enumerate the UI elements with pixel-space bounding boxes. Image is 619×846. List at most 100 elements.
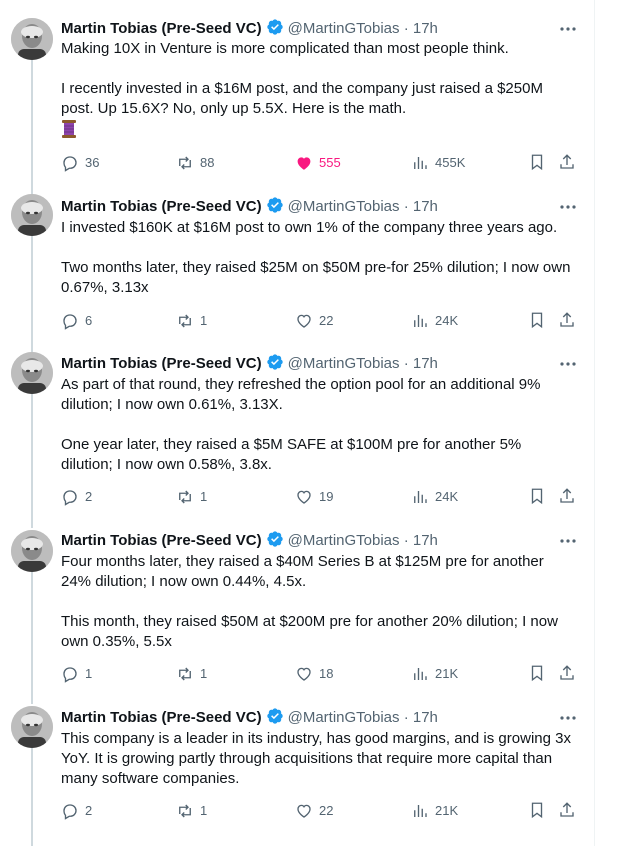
tweet-actions: 2 1 22 21K xyxy=(61,801,581,821)
author-handle[interactable]: @MartinGTobias xyxy=(288,355,400,372)
avatar[interactable] xyxy=(11,530,53,572)
verified-badge-icon xyxy=(266,354,283,370)
like-button[interactable]: 22 xyxy=(295,801,333,821)
tweet-paragraph: One year later, they raised a $5M SAFE a… xyxy=(61,436,522,473)
author-handle[interactable]: @MartinGTobias xyxy=(288,709,400,726)
avatar[interactable] xyxy=(11,194,53,236)
views-button[interactable]: 455K xyxy=(411,153,465,173)
bar-chart-icon xyxy=(414,315,427,327)
author-name[interactable]: Martin Tobias (Pre-Seed VC) xyxy=(61,198,262,215)
separator: · xyxy=(403,198,409,215)
share-upload-icon[interactable] xyxy=(558,487,576,505)
tweet-actions: 1 1 18 21K xyxy=(61,664,581,684)
tweet-paragraph: This month, they raised $50M at $200M pr… xyxy=(61,613,558,650)
more-dots-icon[interactable] xyxy=(559,534,577,548)
bar-chart-icon xyxy=(414,157,427,169)
tweet-paragraph: Making 10X in Venture is more complicate… xyxy=(61,40,509,57)
reply-count: 1 xyxy=(85,666,93,681)
more-dots-icon[interactable] xyxy=(559,22,577,36)
timestamp[interactable]: 17h xyxy=(413,709,438,726)
tweet[interactable]: Martin Tobias (Pre-Seed VC) @MartinGTobia… xyxy=(0,334,594,520)
reply-count: 2 xyxy=(85,489,93,504)
retweet-arrows-icon xyxy=(179,156,191,170)
like-button[interactable]: 22 xyxy=(295,311,333,331)
retweet-button[interactable]: 1 xyxy=(176,487,207,507)
retweet-button[interactable]: 1 xyxy=(176,801,207,821)
tweet-header: Martin Tobias (Pre-Seed VC) @MartinGTobia… xyxy=(61,196,438,216)
retweet-button[interactable]: 1 xyxy=(176,311,207,331)
tweet[interactable]: Martin Tobias (Pre-Seed VC) @MartinGTobia… xyxy=(0,0,594,186)
tweet-actions: 36 88 555 455K xyxy=(61,153,581,173)
views-button[interactable]: 21K xyxy=(411,801,458,821)
bookmark-icon[interactable] xyxy=(528,311,546,329)
verified-badge-icon xyxy=(266,197,283,213)
more-dots-icon[interactable] xyxy=(559,200,577,214)
retweet-button[interactable]: 88 xyxy=(176,153,214,173)
tweet[interactable]: Martin Tobias (Pre-Seed VC) @MartinGTobia… xyxy=(0,512,594,696)
tweet-actions: 6 1 22 24K xyxy=(61,311,581,331)
tweet-actions: 2 1 19 24K xyxy=(61,487,581,507)
speech-bubble-icon xyxy=(63,314,77,330)
spool-of-thread-emoji xyxy=(62,120,76,138)
avatar[interactable] xyxy=(11,352,53,394)
tweet-text: This company is a leader in its industry… xyxy=(61,729,577,789)
author-name[interactable]: Martin Tobias (Pre-Seed VC) xyxy=(61,532,262,549)
share-upload-icon[interactable] xyxy=(558,153,576,171)
more-dots-icon[interactable] xyxy=(559,711,577,725)
author-name[interactable]: Martin Tobias (Pre-Seed VC) xyxy=(61,709,262,726)
more-dots-icon[interactable] xyxy=(559,357,577,371)
reply-button[interactable]: 2 xyxy=(61,487,92,507)
author-handle[interactable]: @MartinGTobias xyxy=(288,532,400,549)
views-count: 24K xyxy=(435,313,459,328)
thread-timeline: Martin Tobias (Pre-Seed VC) @MartinGTobia… xyxy=(0,0,619,846)
timestamp[interactable]: 17h xyxy=(413,198,438,215)
reply-count: 36 xyxy=(85,155,100,170)
tweet-text: Four months later, they raised a $40M Se… xyxy=(61,552,577,652)
heart-icon xyxy=(297,157,311,170)
share-upload-icon[interactable] xyxy=(558,664,576,682)
reply-button[interactable]: 36 xyxy=(61,153,99,173)
bookmark-icon[interactable] xyxy=(528,801,546,819)
author-handle[interactable]: @MartinGTobias xyxy=(288,20,400,37)
retweet-count: 1 xyxy=(200,803,208,818)
tweet[interactable]: Martin Tobias (Pre-Seed VC) @MartinGTobia… xyxy=(0,688,594,846)
like-count: 22 xyxy=(319,803,334,818)
reply-button[interactable]: 1 xyxy=(61,664,92,684)
timestamp[interactable]: 17h xyxy=(413,532,438,549)
views-button[interactable]: 24K xyxy=(411,487,458,507)
views-count: 455K xyxy=(435,155,466,170)
bookmark-icon[interactable] xyxy=(528,153,546,171)
retweet-arrows-icon xyxy=(179,667,191,681)
bookmark-icon[interactable] xyxy=(528,664,546,682)
views-button[interactable]: 24K xyxy=(411,311,458,331)
share-upload-icon[interactable] xyxy=(558,801,576,819)
like-button[interactable]: 18 xyxy=(295,664,333,684)
timestamp[interactable]: 17h xyxy=(413,20,438,37)
like-button[interactable]: 19 xyxy=(295,487,333,507)
share-upload-icon[interactable] xyxy=(558,311,576,329)
heart-icon xyxy=(297,490,311,504)
views-button[interactable]: 21K xyxy=(411,664,458,684)
column-divider xyxy=(594,0,595,846)
author-name[interactable]: Martin Tobias (Pre-Seed VC) xyxy=(61,20,262,37)
avatar[interactable] xyxy=(11,18,53,60)
timestamp[interactable]: 17h xyxy=(413,355,438,372)
tweet-header: Martin Tobias (Pre-Seed VC) @MartinGTobia… xyxy=(61,353,438,373)
retweet-arrows-icon xyxy=(179,490,191,504)
reply-button[interactable]: 6 xyxy=(61,311,92,331)
avatar[interactable] xyxy=(11,706,53,748)
speech-bubble-icon xyxy=(63,804,77,820)
author-handle[interactable]: @MartinGTobias xyxy=(288,198,400,215)
bookmark-icon[interactable] xyxy=(528,487,546,505)
views-count: 24K xyxy=(435,489,459,504)
retweet-count: 1 xyxy=(200,489,208,504)
reply-button[interactable]: 2 xyxy=(61,801,92,821)
like-button[interactable]: 555 xyxy=(295,153,341,173)
heart-icon xyxy=(297,804,311,818)
author-name[interactable]: Martin Tobias (Pre-Seed VC) xyxy=(61,355,262,372)
heart-icon xyxy=(297,314,311,328)
speech-bubble-icon xyxy=(63,667,77,683)
tweet[interactable]: Martin Tobias (Pre-Seed VC) @MartinGTobia… xyxy=(0,176,594,344)
tweet-text: As part of that round, they refreshed th… xyxy=(61,375,577,475)
retweet-button[interactable]: 1 xyxy=(176,664,207,684)
